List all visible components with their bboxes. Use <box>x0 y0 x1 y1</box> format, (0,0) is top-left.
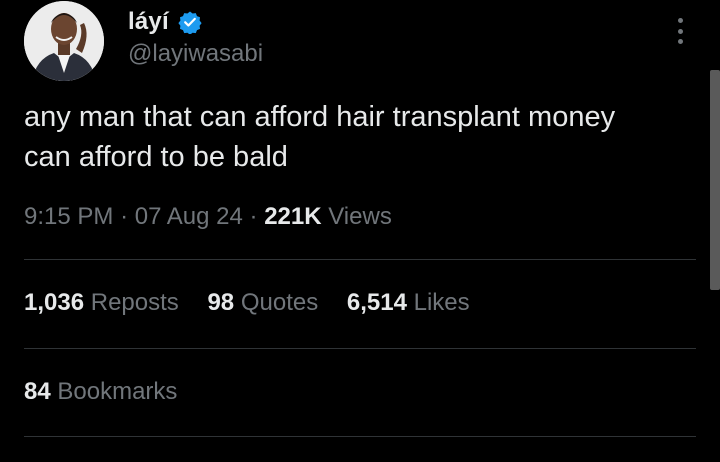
likes-label: Likes <box>413 289 470 316</box>
meta-separator: · <box>120 203 129 230</box>
divider <box>24 436 696 437</box>
bookmarks-stat[interactable]: 84 Bookmarks <box>24 378 177 406</box>
quotes-label: Quotes <box>240 289 319 316</box>
avatar-photo <box>24 1 104 81</box>
tweet-date[interactable]: 07 Aug 24 <box>135 203 243 230</box>
tweet-text: any man that can afford hair transplant … <box>24 97 694 177</box>
meta-separator: · <box>249 203 258 230</box>
tweet-header: láyí @layiwasabi <box>22 0 702 81</box>
scrollbar[interactable] <box>710 70 720 290</box>
reposts-count: 1,036 <box>24 289 85 316</box>
bookmarks-count: 84 <box>24 378 51 405</box>
more-options-icon[interactable] <box>672 14 688 48</box>
divider <box>24 259 696 260</box>
avatar[interactable] <box>24 1 104 81</box>
engagement-stats: 1,036 Reposts 98 Quotes 6,514 Likes <box>24 289 492 317</box>
divider <box>24 348 696 349</box>
quotes-stat[interactable]: 98 Quotes <box>207 289 318 316</box>
views-label: Views <box>328 203 392 230</box>
author-display-name[interactable]: láyí <box>128 8 169 36</box>
bookmarks-label: Bookmarks <box>57 378 178 405</box>
tweet-text-line: any man that can afford hair transplant … <box>24 101 616 133</box>
tweet-meta: 9:15 PM · 07 Aug 24 · 221K Views <box>24 203 392 231</box>
tweet-time[interactable]: 9:15 PM <box>24 203 113 230</box>
tweet-text-line: can afford to be bald <box>24 141 288 173</box>
quotes-count: 98 <box>207 289 235 316</box>
likes-count: 6,514 <box>346 289 407 316</box>
verified-badge-icon <box>178 11 202 34</box>
reposts-stat[interactable]: 1,036 Reposts <box>24 289 179 316</box>
likes-stat[interactable]: 6,514 Likes <box>347 289 470 316</box>
author-handle[interactable]: @layiwasabi <box>128 40 263 68</box>
views-count: 221K <box>264 203 322 230</box>
reposts-label: Reposts <box>90 289 179 316</box>
